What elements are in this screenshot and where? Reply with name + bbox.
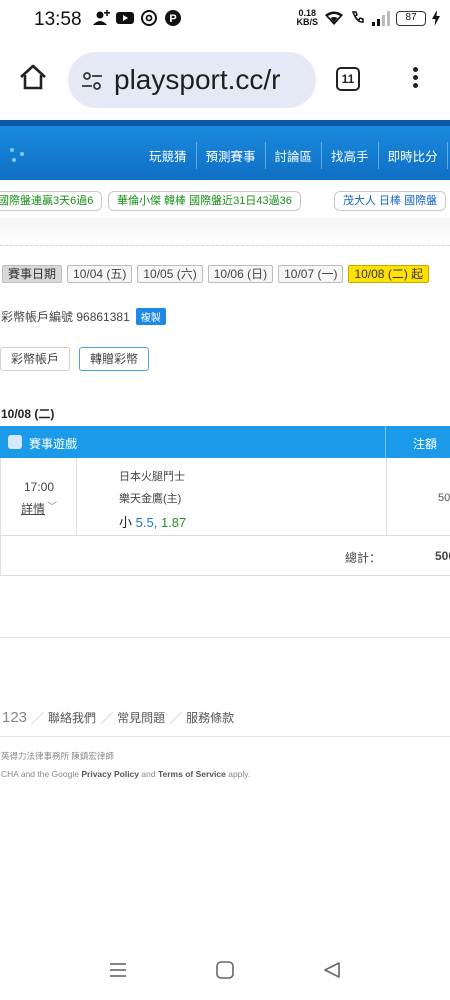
table-row: 17:00 詳情 ﹀ 日本火腿鬥士 樂天金鷹(主) 小 5.5, 1.87 50… — [0, 458, 450, 536]
footer-links: 123 ／ 聯絡我們 ／ 常見問題 ／ 服務條款 — [2, 709, 235, 726]
bet-selection: 小 5.5, 1.87 — [119, 515, 187, 530]
ticker-item[interactable]: 華倫小傑 韓棒 國際盤近31日43過36 — [108, 191, 301, 211]
logo-dots — [6, 146, 36, 166]
back-icon[interactable] — [322, 960, 342, 980]
account-number: 96861381 — [76, 310, 130, 324]
date-tab[interactable]: 10/07 (一) — [278, 265, 344, 283]
status-time: 13:58 — [34, 9, 82, 30]
footer-link-terms[interactable]: 服務條款 — [186, 709, 234, 726]
notification-icons: P — [92, 10, 182, 26]
privacy-policy-link[interactable]: Privacy Policy — [81, 769, 139, 779]
home-icon[interactable] — [18, 62, 48, 92]
footer-number: 123 — [2, 709, 28, 726]
chevron-down-icon[interactable]: ﹀ — [47, 498, 57, 513]
copy-button[interactable]: 複製 — [135, 308, 166, 325]
home-nav-icon[interactable] — [215, 960, 235, 980]
address-bar[interactable]: playsport.cc/r — [68, 52, 316, 108]
transfer-button[interactable]: 轉贈彩幣 — [79, 347, 150, 371]
header-amount: 注額 — [413, 437, 438, 451]
browser-toolbar: playsport.cc/r 11 — [0, 48, 450, 112]
footer-link-faq[interactable]: 常見問題 — [117, 709, 165, 726]
nav-item-more[interactable]: 賽 — [446, 142, 450, 169]
network-speed: 0.18 KB/S — [296, 8, 318, 27]
date-tab[interactable]: 10/04 (五) — [67, 265, 133, 283]
ticker-item[interactable]: 茂大人 日棒 國際盤 — [334, 191, 447, 211]
site-nav: 玩競猜 預測賽事 討論區 找高手 即時比分 賽 — [140, 142, 450, 169]
calendar-icon — [8, 435, 22, 449]
bets-table: 賽事遊戲 注額 17:00 詳情 ﹀ 日本火腿鬥士 樂天金鷹(主) 小 5.5,… — [0, 426, 450, 576]
date-tabs: 賽事日期 10/04 (五) 10/05 (六) 10/06 (日) 10/07… — [2, 265, 430, 283]
date-tab[interactable]: 10/06 (日) — [207, 265, 274, 283]
total-label: 總計： — [345, 551, 382, 565]
nav-item-play[interactable]: 玩競猜 — [140, 142, 196, 169]
screen: 13:58 P 0.18 KB/S 87 playsport.cc/r 11 玩… — [0, 0, 450, 1000]
signal-icon — [372, 11, 390, 26]
divider — [0, 637, 450, 638]
more-icon[interactable] — [405, 64, 425, 94]
phone-icon — [351, 11, 364, 23]
game-time: 17:00 — [23, 480, 55, 494]
account-label: 彩幣帳戶編號 96861381 — [1, 310, 130, 324]
url-text: playsport.cc/r — [114, 64, 281, 95]
ticker-item[interactable]: 國際盤連贏3天6過6 — [0, 191, 103, 211]
nav-item-livescore[interactable]: 即時比分 — [377, 142, 447, 169]
table-header: 賽事遊戲 注額 — [0, 426, 450, 458]
status-bar: 13:58 P 0.18 KB/S 87 — [0, 0, 450, 40]
nav-item-forum[interactable]: 討論區 — [264, 142, 322, 169]
system-nav-bar — [0, 950, 450, 990]
date-tab-active[interactable]: 10/08 (二) 起 — [348, 265, 430, 283]
p-icon: P — [165, 10, 181, 26]
site-settings-icon[interactable] — [82, 71, 102, 91]
terms-of-service-link[interactable]: Terms of Service — [158, 769, 226, 779]
wifi-icon — [325, 11, 343, 25]
site-header: 玩競猜 預測賽事 討論區 找高手 即時比分 賽 — [0, 120, 450, 180]
total-row: 總計： 500 — [0, 536, 450, 576]
battery-icon: 87 — [396, 10, 426, 26]
account-buttons: 彩幣帳戶 轉贈彩幣 — [0, 347, 150, 371]
charging-icon — [432, 10, 440, 26]
date-tabs-label: 賽事日期 — [2, 265, 63, 283]
date-tab[interactable]: 10/05 (六) — [137, 265, 203, 283]
user-add-icon — [93, 10, 110, 25]
tabs-icon[interactable]: 11 — [336, 67, 360, 91]
footer-link-contact[interactable]: 聯絡我們 — [48, 709, 96, 726]
svg-text:P: P — [169, 13, 176, 25]
detail-link[interactable]: 詳情 — [21, 500, 45, 517]
legal-text: 英得力法律事務所 陳鎮宏律師 — [1, 751, 114, 761]
recaptcha-text: CHA and the Google Privacy Policy and Te… — [1, 769, 251, 779]
account-button[interactable]: 彩幣帳戶 — [0, 347, 71, 371]
threads-icon — [141, 10, 157, 26]
account-info: 彩幣帳戶編號 96861381 複製 — [1, 308, 166, 325]
divider — [0, 736, 450, 737]
recent-apps-icon[interactable] — [108, 960, 128, 980]
youtube-icon — [116, 12, 134, 24]
section-date: 10/08 (二) — [1, 407, 55, 421]
nav-item-predict[interactable]: 預測賽事 — [195, 142, 265, 169]
ticker-divider — [0, 218, 450, 246]
total-value: 500 — [435, 549, 450, 563]
time-cell: 17:00 詳情 ﹀ — [1, 458, 77, 536]
header-game: 賽事遊戲 — [29, 437, 78, 451]
team-away: 日本火腿鬥士 — [119, 471, 185, 483]
nav-item-experts[interactable]: 找高手 — [321, 142, 378, 169]
team-home: 樂天金鷹(主) — [119, 493, 182, 505]
ticker: 國際盤連贏3天6過6 華倫小傑 韓棒 國際盤近31日43過36 茂大人 日棒 國… — [0, 186, 450, 216]
bet-amount: 500 — [438, 492, 450, 504]
system-icons: 0.18 KB/S 87 — [296, 9, 440, 27]
